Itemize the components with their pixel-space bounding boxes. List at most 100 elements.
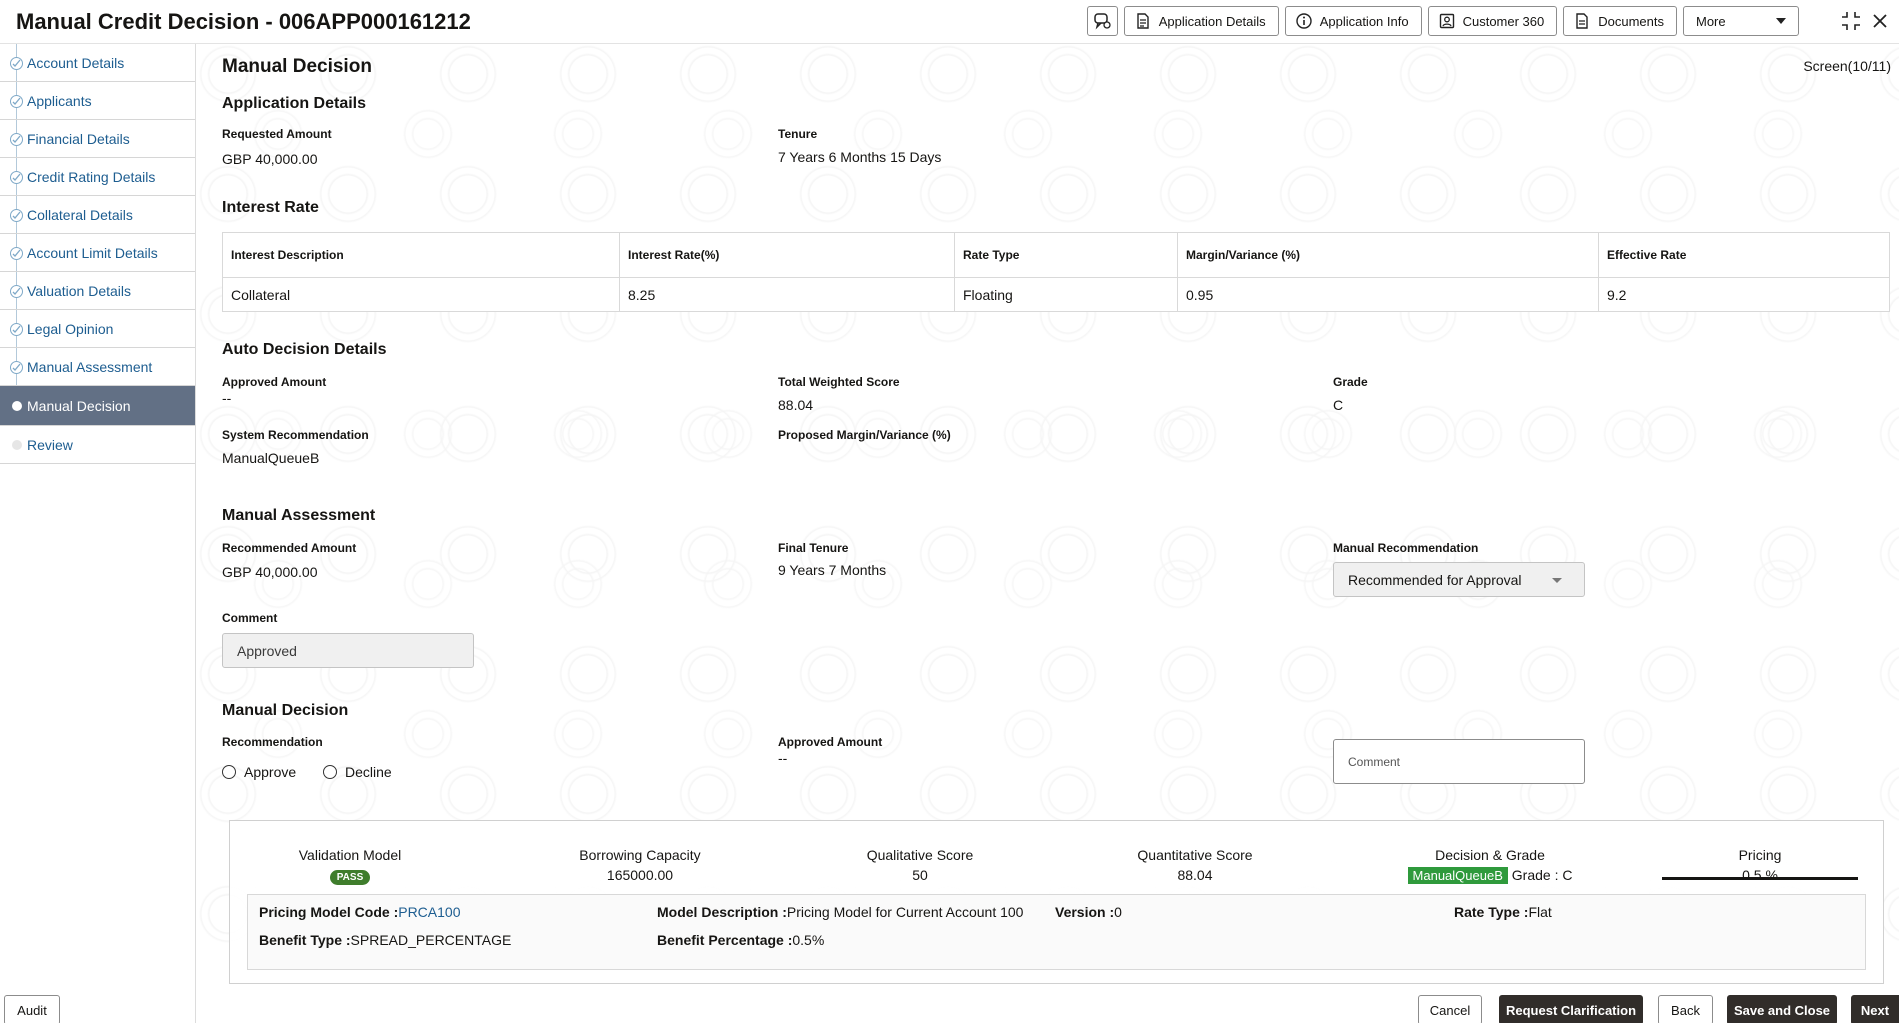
sidebar-item-valuation-details[interactable]: Valuation Details — [0, 272, 195, 310]
documents-label: Documents — [1598, 13, 1664, 29]
info-icon — [1295, 13, 1312, 29]
borrowing-capacity-summary: Borrowing Capacity 165000.00 — [560, 847, 720, 883]
documents-button[interactable]: Documents — [1563, 6, 1677, 36]
page-title: Manual Credit Decision - 006APP000161212 — [16, 9, 471, 34]
sidebar-item-label: Account Limit Details — [27, 244, 158, 261]
manual-recommendation-select[interactable]: Recommended for Approval — [1333, 562, 1585, 597]
approved-amount-value: -- — [222, 390, 232, 406]
radio-circle-icon — [323, 765, 337, 779]
recommended-amount-label: Recommended Amount — [222, 541, 357, 555]
sidebar-item-applicants[interactable]: Applicants — [0, 82, 195, 120]
approve-radio[interactable]: Approve — [222, 764, 296, 780]
model-description-value: Pricing Model for Current Account 100 — [786, 904, 1024, 920]
validation-model-label: Validation Model — [298, 847, 402, 863]
request-clarification-button[interactable]: Request Clarification — [1499, 995, 1643, 1023]
table-cell: 9.2 — [1598, 277, 1890, 312]
auto-decision-heading: Auto Decision Details — [222, 341, 387, 358]
document-icon — [1135, 13, 1151, 29]
footer-action-bar: Audit Cancel Request Clarification Back … — [0, 983, 1899, 1023]
column-header: Rate Type — [954, 232, 1178, 278]
sidebar-item-label: Financial Details — [27, 130, 130, 147]
sidebar-item-credit-rating-details[interactable]: Credit Rating Details — [0, 158, 195, 196]
pricing-model-code-link[interactable]: PRCA100 — [398, 904, 460, 920]
decision-grade-summary: Decision & Grade ManualQueueB Grade : C — [1390, 847, 1590, 884]
chat-button[interactable] — [1086, 6, 1118, 36]
validation-status-badge: PASS — [329, 870, 371, 885]
pricing-value: 0.5 % — [1742, 867, 1778, 883]
decision-grade-label: Decision & Grade — [1435, 847, 1545, 863]
table-row: Collateral 8.25 Floating 0.95 9.2 — [222, 277, 1890, 312]
recommended-amount-value: GBP 40,000.00 — [222, 564, 318, 580]
table-cell: 0.95 — [1177, 277, 1599, 312]
sidebar-item-review[interactable]: Review — [0, 426, 195, 464]
collapse-screen-icon[interactable] — [1840, 10, 1862, 32]
final-tenure-label: Final Tenure — [778, 541, 849, 555]
manual-recommendation-label: Manual Recommendation — [1333, 541, 1479, 555]
total-weighted-score-value: 88.04 — [778, 397, 814, 413]
application-details-heading: Application Details — [222, 95, 367, 112]
check-circle-icon — [10, 57, 23, 70]
comment-placeholder: Comment — [1348, 754, 1401, 769]
sidebar-item-label: Manual Decision — [27, 397, 131, 414]
sidebar-item-label: Valuation Details — [27, 282, 132, 299]
next-button[interactable]: Next — [1851, 995, 1899, 1023]
sidebar-item-label: Account Details — [27, 54, 125, 71]
sidebar-item-label: Review — [27, 436, 73, 453]
sidebar-item-label: Credit Rating Details — [27, 168, 156, 185]
more-menu-button[interactable]: More — [1683, 6, 1799, 36]
cancel-button[interactable]: Cancel — [1418, 995, 1482, 1023]
requested-amount-value: GBP 40,000.00 — [222, 151, 318, 167]
check-circle-icon — [10, 361, 23, 374]
manual-assessment-heading: Manual Assessment — [222, 507, 376, 524]
column-header: Interest Rate(%) — [619, 232, 955, 278]
chat-bubble-icon — [1093, 12, 1111, 30]
pricing-label: Pricing — [1738, 847, 1782, 863]
assessment-comment-value: Approved — [237, 642, 297, 659]
grade-label: Grade — [1333, 375, 1368, 389]
version-value: 0 — [1114, 904, 1122, 920]
decision-badge: ManualQueueB — [1407, 867, 1508, 884]
final-tenure-value: 9 Years 7 Months — [778, 562, 887, 578]
application-details-label: Application Details — [1158, 13, 1266, 29]
interest-rate-table: Interest Description Interest Rate(%) Ra… — [222, 232, 1890, 312]
grade-value: C — [1333, 397, 1344, 413]
section-title: Manual Decision — [222, 56, 372, 77]
quantitative-score-label: Quantitative Score — [1137, 847, 1253, 863]
check-circle-icon — [10, 133, 23, 146]
application-info-button[interactable]: Application Info — [1284, 6, 1422, 36]
decision-grade-value: Grade : C — [1511, 867, 1573, 883]
assessment-comment-field: Approved — [222, 633, 474, 668]
sidebar-item-account-details[interactable]: Account Details — [0, 44, 195, 82]
system-recommendation-label: System Recommendation — [222, 428, 369, 442]
quantitative-score-value: 88.04 — [1177, 867, 1213, 883]
application-details-button[interactable]: Application Details — [1123, 6, 1279, 36]
sidebar-item-manual-decision[interactable]: Manual Decision — [0, 386, 195, 426]
more-label: More — [1696, 13, 1726, 29]
sidebar-item-collateral-details[interactable]: Collateral Details — [0, 196, 195, 234]
column-header: Margin/Variance (%) — [1177, 232, 1599, 278]
comment-label: Comment — [222, 611, 278, 625]
sidebar-item-manual-assessment[interactable]: Manual Assessment — [0, 348, 195, 386]
close-icon[interactable] — [1869, 10, 1891, 32]
customer-360-button[interactable]: Customer 360 — [1427, 6, 1558, 36]
check-circle-icon — [10, 285, 23, 298]
decision-comment-input[interactable]: Comment — [1333, 739, 1585, 784]
audit-button[interactable]: Audit — [4, 995, 60, 1023]
decline-radio[interactable]: Decline — [323, 764, 392, 780]
header-toolbar: Application Details Application Info Cus… — [1086, 6, 1799, 36]
sidebar-item-legal-opinion[interactable]: Legal Opinion — [0, 310, 195, 348]
benefit-percentage-value: 0.5% — [792, 932, 825, 948]
sidebar-item-financial-details[interactable]: Financial Details — [0, 120, 195, 158]
back-button[interactable]: Back — [1658, 995, 1713, 1023]
total-weighted-score-label: Total Weighted Score — [778, 375, 900, 389]
sidebar-item-label: Legal Opinion — [27, 320, 114, 337]
sidebar-item-account-limit-details[interactable]: Account Limit Details — [0, 234, 195, 272]
save-and-close-button[interactable]: Save and Close — [1727, 995, 1837, 1023]
benefit-type-value: SPREAD_PERCENTAGE — [350, 932, 512, 948]
header: Manual Credit Decision - 006APP000161212… — [0, 0, 1899, 44]
rate-type-value: Flat — [1528, 904, 1552, 920]
sidebar-item-label: Collateral Details — [27, 206, 133, 223]
column-header: Interest Description — [222, 232, 620, 278]
documents-icon — [1574, 13, 1590, 29]
check-circle-icon — [10, 171, 23, 184]
